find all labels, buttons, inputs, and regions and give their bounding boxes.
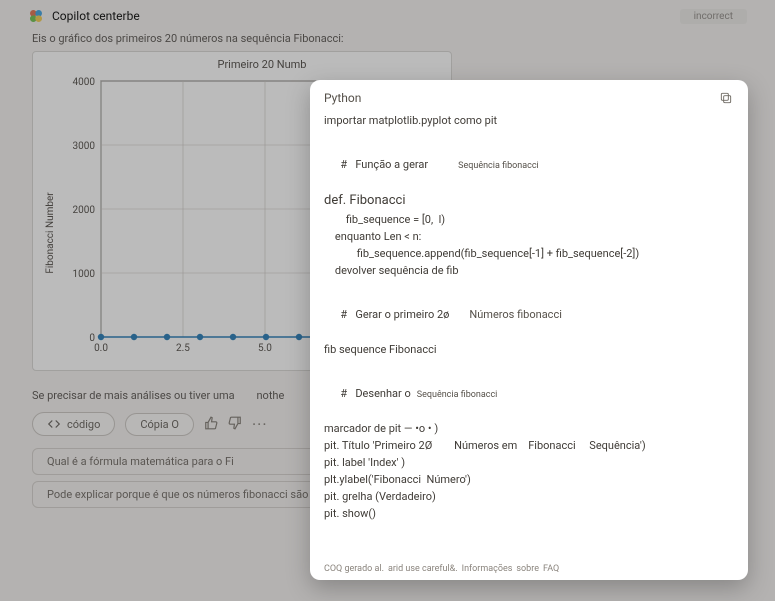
code-line: marcador de pit — •o • ) [324,420,734,437]
code-popover-footer: COQ gerado al. arid use careful&. Inform… [324,564,734,574]
message-intro-text: Eis o gráfico dos primeiros 20 números n… [32,32,743,45]
copy-button[interactable]: Cópia O [125,413,194,436]
code-popover-header: Python [324,90,734,112]
footer-link[interactable]: FAQ [543,564,559,574]
status-badge: incorrect [680,9,747,24]
footer-text: sobre [516,564,539,574]
copy-code-button[interactable] [718,90,734,106]
code-line: plt.ylabel('Fibonacci Número') [324,471,734,488]
footer-text: COQ gerado al. [324,564,384,574]
code-line: devolver sequência de fib [324,262,734,279]
code-line: pit. grelha (Verdadeiro) [324,488,734,505]
copilot-logo-icon [28,8,44,24]
thumbs-down-icon [228,416,242,430]
assistant-header: Copilot centerbe incorrect [18,0,757,28]
code-body: importar matplotlib.pyplot como pit # Fu… [324,112,734,522]
follow-up-trail: nothe [256,389,284,402]
code-icon [47,417,61,431]
more-actions-button[interactable]: ··· [252,415,268,434]
code-line: fib_sequence.append(fib_sequence[-1] + f… [324,245,734,262]
code-line: # Função a gerarSequência fibonacci [324,139,734,191]
code-line: fib_sequence = [0, l) [324,211,734,228]
y-tick: 1000 [73,269,96,280]
x-tick: 0.0 [94,343,108,354]
view-code-button[interactable]: código [32,412,115,436]
chart-title: Primeiro 20 Numb [43,58,441,71]
code-line: fib sequence Fibonacci [324,341,734,358]
code-line: # Desenhar oSequência fibonacci [324,368,734,420]
copy-icon [719,91,733,105]
y-tick: 2000 [73,205,96,216]
code-line: def. Fibonacci [324,191,734,211]
y-axis-label: Fibonacci Number [45,192,56,274]
thumbs-up-button[interactable] [204,415,218,434]
footer-text: arid use careful&. [388,564,458,574]
footer-link[interactable]: Informações [462,564,513,574]
thumbs-up-icon [204,416,218,430]
x-tick: 5.0 [258,343,272,354]
x-tick: 2.5 [176,343,190,354]
y-tick: 4000 [73,77,96,88]
code-line: # Gerar o primeiro 2øNúmeros fibonacci [324,289,734,340]
code-line: pit. Título 'Primeiro 2Ø Números em Fibo… [324,437,734,454]
code-line: pit. label 'Index' ) [324,454,734,471]
assistant-name: Copilot centerbe [52,9,140,23]
code-language-label: Python [324,91,361,105]
y-tick: 3000 [73,141,96,152]
thumbs-down-button[interactable] [228,415,242,434]
suggestion-text: Qual é a fórmula matemática para o Fi [47,455,234,468]
view-code-label: código [67,418,100,431]
code-line: importar matplotlib.pyplot como pit [324,112,734,129]
code-line: enquanto Len < n: [324,228,734,245]
follow-up-main: Se precisar de mais análises ou tiver um… [32,389,235,402]
code-line: pit. show() [324,505,734,522]
code-popover: Python importar matplotlib.pyplot como p… [310,80,748,580]
